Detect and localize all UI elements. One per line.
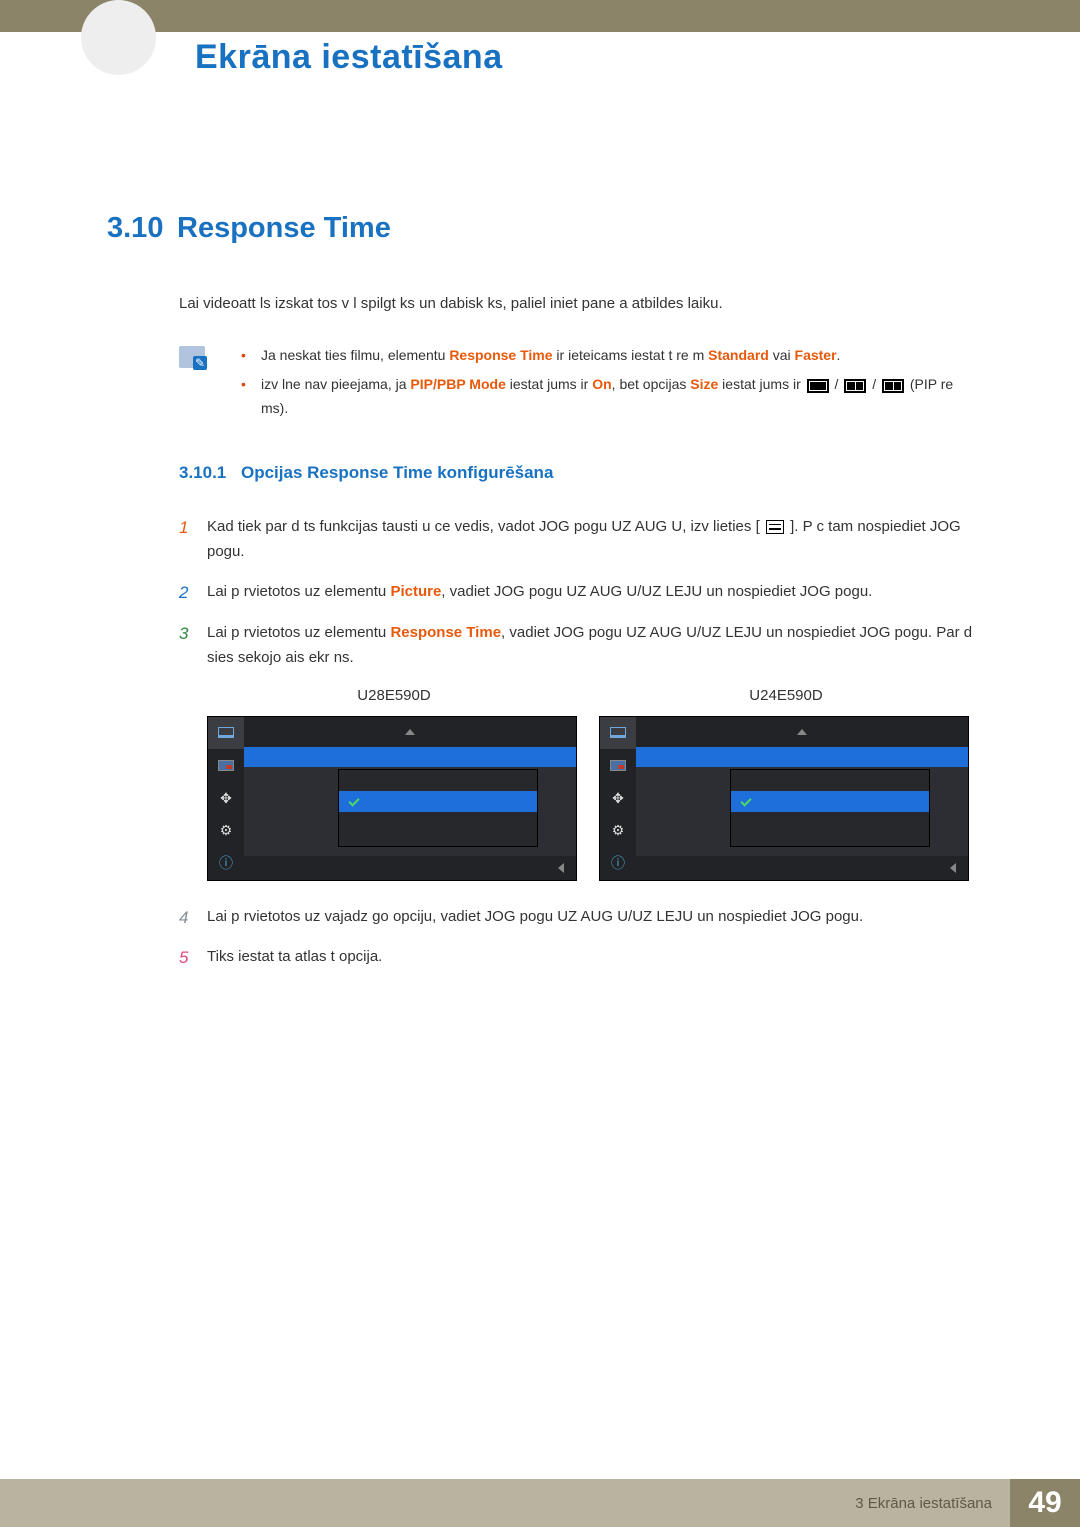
osd-screenshot-a: ✥ ⚙ ⓘ bbox=[207, 716, 577, 881]
osd-selected-row bbox=[244, 747, 576, 767]
chapter-title: Ekrāna iestatīšana bbox=[195, 38, 503, 77]
check-icon bbox=[740, 795, 751, 806]
step-3: 3 Lai p rvietotos uz elementu Response T… bbox=[179, 621, 973, 671]
info-icon: ⓘ bbox=[600, 847, 636, 880]
chapter-circle-icon bbox=[81, 0, 156, 75]
pip-split-icon-1 bbox=[844, 379, 866, 393]
pip-split-icon-2 bbox=[882, 379, 904, 393]
footer-page-box: 49 bbox=[1010, 1479, 1080, 1527]
osd-selected-row-b bbox=[636, 747, 968, 767]
subsection-number: 3.10.1 bbox=[179, 463, 241, 483]
osd-option-b1 bbox=[731, 770, 929, 791]
step-5: 5 Tiks iestat ta atlas t opcija. bbox=[179, 945, 973, 970]
move-icon: ✥ bbox=[208, 782, 244, 815]
section-title: Response Time bbox=[177, 212, 391, 244]
footer-page-number: 49 bbox=[1028, 1486, 1061, 1520]
osd-sidebar: ✥ ⚙ ⓘ bbox=[208, 717, 244, 880]
model-col-b: U24E590D ✥ ⚙ ⓘ bbox=[599, 687, 973, 881]
step-list: 1 Kad tiek par d ts funkcijas tausti u c… bbox=[179, 515, 973, 671]
footer-bar: 3 Ekrāna iestatīšana bbox=[0, 1479, 1010, 1527]
pip-icon bbox=[208, 749, 244, 782]
note-icon bbox=[179, 346, 205, 368]
step-1: 1 Kad tiek par d ts funkcijas tausti u c… bbox=[179, 515, 973, 565]
osd-options-panel bbox=[338, 769, 538, 847]
top-bar bbox=[0, 0, 1080, 32]
osd-option-1 bbox=[339, 770, 537, 791]
footer-chapter: 3 Ekrāna iestatīšana bbox=[855, 1495, 992, 1512]
menu-icon bbox=[766, 520, 784, 534]
osd-top-arrow-b bbox=[636, 717, 968, 747]
osd-bottom bbox=[244, 856, 576, 880]
osd-sidebar-b: ✥ ⚙ ⓘ bbox=[600, 717, 636, 880]
note-item-2: izv lne nav pieejama, ja PIP/PBP Mode ie… bbox=[227, 373, 973, 421]
osd-option-b3 bbox=[731, 812, 929, 833]
note-block: Ja neskat ties filmu, elementu Response … bbox=[179, 344, 973, 427]
note-list: Ja neskat ties filmu, elementu Response … bbox=[227, 344, 973, 427]
monitor-icon bbox=[600, 717, 636, 750]
check-icon bbox=[348, 795, 359, 806]
note-item-1: Ja neskat ties filmu, elementu Response … bbox=[227, 344, 973, 368]
osd-screenshot-b: ✥ ⚙ ⓘ bbox=[599, 716, 969, 881]
model-col-a: U28E590D ✥ ⚙ ⓘ bbox=[207, 687, 581, 881]
osd-option-3 bbox=[339, 812, 537, 833]
osd-top-arrow bbox=[244, 717, 576, 747]
model-label-a: U28E590D bbox=[207, 687, 581, 704]
section-heading: 3.10Response Time bbox=[107, 212, 973, 245]
model-label-b: U24E590D bbox=[599, 687, 973, 704]
pip-icon bbox=[600, 749, 636, 782]
gear-icon: ⚙ bbox=[208, 814, 244, 847]
osd-option-selected-b bbox=[731, 791, 929, 812]
osd-bottom-b bbox=[636, 856, 968, 880]
intro-text: Lai videoatt ls izskat tos v l spilgt ks… bbox=[179, 293, 973, 316]
subsection-heading: 3.10.1Opcijas Response Time konfigurēšan… bbox=[179, 463, 973, 483]
subsection-title: Opcijas Response Time konfigurēšana bbox=[241, 463, 553, 482]
monitor-icon bbox=[208, 717, 244, 750]
step-4: 4 Lai p rvietotos uz vajadz go opciju, v… bbox=[179, 905, 973, 930]
pip-size-icon bbox=[807, 379, 829, 393]
osd-option-selected bbox=[339, 791, 537, 812]
step-list-continued: 4 Lai p rvietotos uz vajadz go opciju, v… bbox=[179, 905, 973, 971]
info-icon: ⓘ bbox=[208, 847, 244, 880]
osd-options-panel-b bbox=[730, 769, 930, 847]
move-icon: ✥ bbox=[600, 782, 636, 815]
model-row: U28E590D ✥ ⚙ ⓘ U24E590 bbox=[207, 687, 973, 881]
footer: 3 Ekrāna iestatīšana 49 bbox=[0, 1479, 1080, 1527]
section-number: 3.10 bbox=[107, 212, 177, 245]
step-2: 2 Lai p rvietotos uz elementu Picture, v… bbox=[179, 580, 973, 605]
gear-icon: ⚙ bbox=[600, 814, 636, 847]
content-area: 3.10Response Time Lai videoatt ls izskat… bbox=[0, 32, 1080, 970]
